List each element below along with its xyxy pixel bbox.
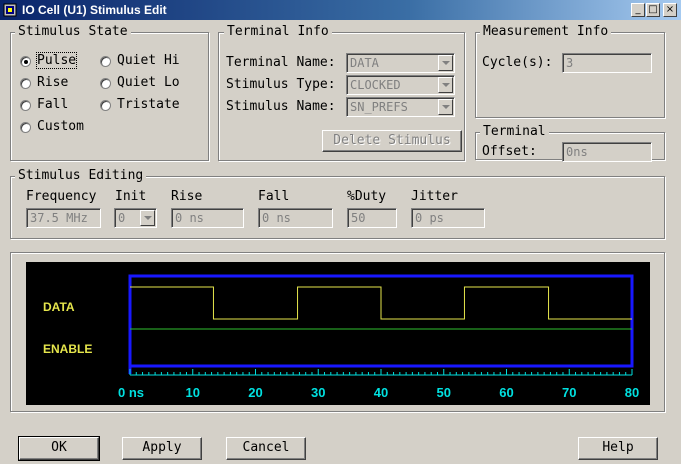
rise-label: Rise [171, 189, 203, 204]
stimulus-name-select[interactable]: SN_PREFS [346, 97, 455, 117]
init-value: 0 [118, 211, 126, 225]
stimulus-editing-title: Stimulus Editing [15, 168, 147, 183]
axis-tick-label: 60 [499, 385, 513, 400]
waveform-canvas: 0 ns 10 20 30 40 50 60 70 80 [118, 274, 639, 400]
frequency-label: Frequency [26, 189, 97, 204]
radio-custom[interactable] [20, 122, 31, 133]
jitter-field[interactable]: 0 ps [411, 208, 485, 228]
radio-rise[interactable] [20, 78, 31, 89]
window-title: IO Cell (U1) Stimulus Edit [22, 3, 167, 17]
terminal-name-value: DATA [350, 56, 379, 70]
radio-quiet-lo-label[interactable]: Quiet Lo [117, 75, 180, 90]
radio-tristate[interactable] [100, 100, 111, 111]
terminal-name-label: Terminal Name: [226, 55, 336, 70]
chevron-down-icon[interactable] [140, 210, 155, 226]
chevron-down-icon[interactable] [438, 55, 453, 71]
ok-button[interactable]: OK [18, 436, 100, 461]
radio-tristate-label[interactable]: Tristate [117, 97, 180, 112]
axis-tick-label: 40 [374, 385, 388, 400]
radio-fall[interactable] [20, 100, 31, 111]
waveform-display[interactable]: DATA ENABLE 0 ns 10 20 30 40 50 60 70 80 [26, 262, 650, 405]
duty-label: %Duty [347, 189, 387, 204]
radio-rise-label[interactable]: Rise [37, 75, 68, 90]
stimulus-type-select[interactable]: CLOCKED [346, 75, 455, 95]
radio-fall-label[interactable]: Fall [37, 97, 68, 112]
jitter-label: Jitter [411, 189, 458, 204]
minimize-button[interactable]: _ [631, 3, 645, 17]
radio-pulse[interactable] [20, 56, 31, 67]
terminal-offset-title: Terminal [480, 124, 549, 139]
chevron-down-icon[interactable] [438, 99, 453, 115]
axis-tick-label: 20 [248, 385, 262, 400]
cancel-button[interactable]: Cancel [226, 437, 306, 460]
radio-quiet-lo[interactable] [100, 78, 111, 89]
stimulus-editing-group [10, 176, 665, 239]
help-button[interactable]: Help [578, 437, 658, 460]
radio-quiet-hi-label[interactable]: Quiet Hi [117, 53, 180, 68]
offset-field[interactable]: 0ns [562, 142, 652, 162]
chevron-down-icon[interactable] [438, 77, 453, 93]
frequency-field[interactable]: 37.5 MHz [26, 208, 101, 228]
measurement-info-group [475, 32, 665, 118]
axis-tick-label: 50 [437, 385, 451, 400]
cycles-label: Cycle(s): [482, 55, 553, 70]
delete-stimulus-button[interactable]: Delete Stimulus [322, 130, 462, 152]
radio-quiet-hi[interactable] [100, 56, 111, 67]
init-select[interactable]: 0 [114, 208, 157, 228]
fall-label: Fall [258, 189, 290, 204]
stimulus-type-value: CLOCKED [350, 78, 401, 92]
terminal-name-select[interactable]: DATA [346, 53, 455, 73]
stimulus-state-title: Stimulus State [15, 24, 131, 39]
offset-label: Offset: [482, 144, 537, 159]
cycles-field[interactable]: 3 [562, 53, 652, 73]
duty-field[interactable]: 50 [347, 208, 397, 228]
terminal-info-title: Terminal Info [224, 24, 332, 39]
stimulus-name-label: Stimulus Name: [226, 99, 336, 114]
close-button[interactable]: × [663, 3, 677, 17]
init-label: Init [115, 189, 147, 204]
radio-custom-label[interactable]: Custom [37, 119, 84, 134]
axis-tick-label: 30 [311, 385, 325, 400]
radio-pulse-label[interactable]: Pulse [35, 52, 78, 69]
axis-tick-label: 10 [186, 385, 200, 400]
axis-tick-label: 0 ns [118, 385, 144, 400]
axis-tick-label: 80 [625, 385, 639, 400]
axis-tick-label: 70 [562, 385, 576, 400]
rise-field[interactable]: 0 ns [171, 208, 244, 228]
apply-button[interactable]: Apply [122, 437, 202, 460]
app-icon [3, 3, 17, 17]
fall-field[interactable]: 0 ns [258, 208, 333, 228]
stimulus-name-value: SN_PREFS [350, 100, 408, 114]
maximize-button[interactable]: □ [646, 3, 660, 17]
stimulus-type-label: Stimulus Type: [226, 77, 336, 92]
measurement-info-title: Measurement Info [480, 24, 612, 39]
data-waveform [130, 286, 632, 320]
